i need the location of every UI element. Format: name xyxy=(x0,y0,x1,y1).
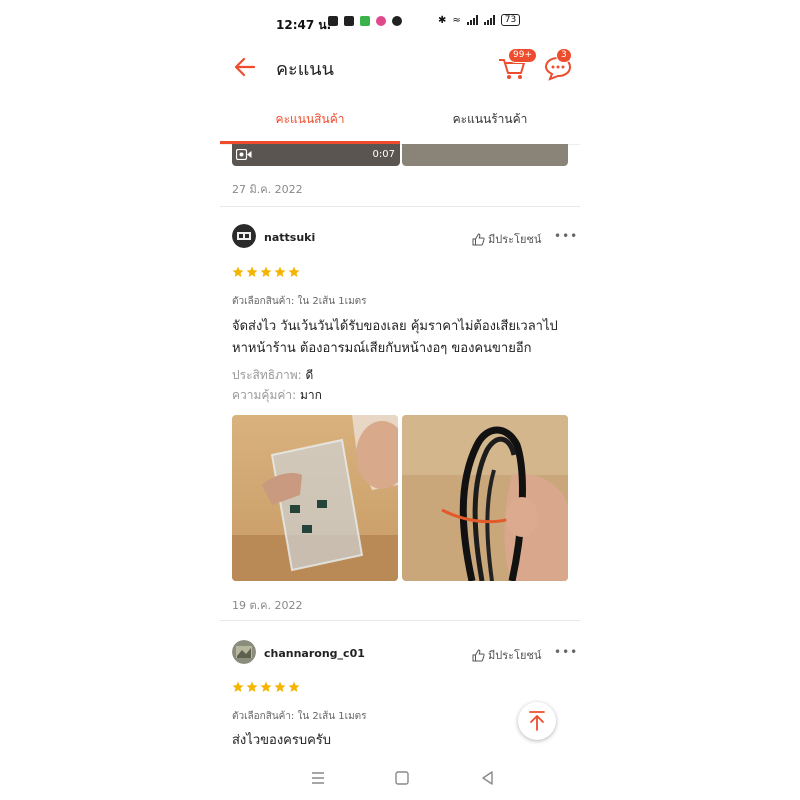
chat-button[interactable]: 3 xyxy=(542,48,574,82)
product-variant: ตัวเลือกสินค้า: ใน 2เส้น 1เมตร xyxy=(232,296,367,307)
app-header: คะแนน 99+ 3 xyxy=(220,44,580,88)
star-icon xyxy=(288,681,300,692)
bluetooth-icon: ✱ xyxy=(438,14,447,26)
attribute-label: ประสิทธิภาพ: xyxy=(232,368,302,382)
attribute-value: ดี xyxy=(305,368,314,382)
battery-icon: 73 xyxy=(500,14,521,26)
video-duration: 0:07 xyxy=(372,149,395,160)
star-rating xyxy=(232,681,300,693)
review-text: จัดส่งไว วันเว้นวันได้รับของเลย คุ้มราคา… xyxy=(232,316,568,360)
tab-product-rating[interactable]: คะแนนสินค้า xyxy=(220,110,400,129)
review-attribute: ประสิทธิภาพ: ดี xyxy=(232,366,313,385)
status-bar: 12:47 น. ✱ ≈ 73 xyxy=(220,10,580,36)
cart-button[interactable]: 99+ xyxy=(496,48,537,82)
more-options-button[interactable]: ••• xyxy=(554,645,578,659)
notification-icons xyxy=(328,16,402,26)
notification-icon xyxy=(344,16,354,26)
photos-icon xyxy=(376,16,386,26)
star-icon xyxy=(260,681,272,692)
chat-bubble-icon xyxy=(392,16,402,26)
phone-screen: 12:47 น. ✱ ≈ 73 คะแนน 99+ 3 คะแนนสินค้า … xyxy=(220,0,580,800)
star-icon xyxy=(232,266,244,277)
chat-badge: 3 xyxy=(556,48,572,63)
tab-shop-rating[interactable]: คะแนนร้านค้า xyxy=(400,110,580,129)
helpful-button[interactable]: มีประโยชน์ xyxy=(472,646,541,664)
avatar[interactable] xyxy=(232,224,256,248)
home-square-icon[interactable] xyxy=(392,768,412,788)
star-icon xyxy=(274,681,286,692)
review-text-line: จัดส่งไว วันเว้นวันได้รับของเลย คุ้มราคา… xyxy=(232,319,558,334)
rating-tabs: คะแนนสินค้า คะแนนร้านค้า xyxy=(220,104,580,145)
review-list[interactable]: 0:07 27 มิ.ค. 2022 nattsuki มีประโยชน์ •… xyxy=(220,144,580,750)
scroll-to-top-button[interactable] xyxy=(518,702,556,740)
cart-badge: 99+ xyxy=(508,48,537,63)
page-title: คะแนน xyxy=(276,59,334,80)
notification-icon xyxy=(328,16,338,26)
review-photo[interactable] xyxy=(402,415,568,581)
star-icon xyxy=(288,266,300,277)
menu-icon[interactable] xyxy=(308,768,328,788)
attribute-label: ความคุ้มค่า: xyxy=(232,388,297,402)
system-icons: ✱ ≈ 73 xyxy=(438,14,521,26)
thumbs-up-icon xyxy=(472,648,485,661)
helpful-label: มีประโยชน์ xyxy=(488,233,542,246)
review-divider xyxy=(220,620,580,621)
star-icon xyxy=(246,681,258,692)
review-video-thumbnail[interactable]: 0:07 xyxy=(232,144,400,166)
line-app-icon xyxy=(360,16,370,26)
review-text-line: หาหน้าร้าน ต้องอารมณ์เสียกับหน้างอๆ ของค… xyxy=(232,341,532,356)
video-camera-icon xyxy=(236,149,252,160)
review-date: 27 มิ.ค. 2022 xyxy=(232,183,303,196)
star-rating xyxy=(232,266,300,278)
star-icon xyxy=(246,266,258,277)
back-arrow-icon[interactable] xyxy=(230,52,260,82)
back-triangle-icon[interactable] xyxy=(478,768,498,788)
star-icon xyxy=(232,681,244,692)
reviewer-username[interactable]: channarong_c01 xyxy=(264,647,365,660)
signal-icon-2 xyxy=(483,15,495,25)
review-photo[interactable] xyxy=(232,415,398,581)
arrow-up-icon xyxy=(529,711,545,731)
review-divider xyxy=(220,206,580,207)
reviewer-username[interactable]: nattsuki xyxy=(264,231,315,244)
signal-icon xyxy=(466,15,478,25)
star-icon xyxy=(260,266,272,277)
helpful-button[interactable]: มีประโยชน์ xyxy=(472,230,541,248)
attribute-value: มาก xyxy=(300,388,322,402)
review-photo-thumbnail[interactable] xyxy=(402,144,568,166)
more-options-button[interactable]: ••• xyxy=(554,229,578,243)
system-nav-bar xyxy=(220,760,580,796)
status-time: 12:47 น. xyxy=(276,18,332,32)
review-date: 19 ต.ค. 2022 xyxy=(232,599,303,612)
star-icon xyxy=(274,266,286,277)
thumbs-up-icon xyxy=(472,232,485,245)
product-variant: ตัวเลือกสินค้า: ใน 2เส้น 1เมตร xyxy=(232,711,367,722)
helpful-label: มีประโยชน์ xyxy=(488,649,542,662)
review-attribute: ความคุ้มค่า: มาก xyxy=(232,386,322,405)
wifi-icon: ≈ xyxy=(452,14,461,26)
avatar[interactable] xyxy=(232,640,256,664)
